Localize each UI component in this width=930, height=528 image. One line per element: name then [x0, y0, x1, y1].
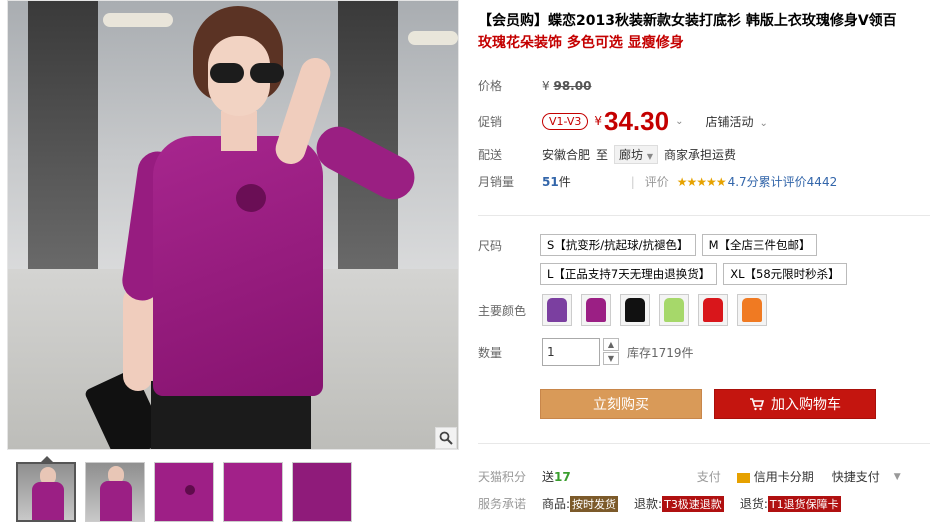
quantity-label: 数量 [478, 345, 503, 360]
add-to-cart-button[interactable]: 加入购物车 [714, 389, 876, 419]
credit-card-icon [736, 472, 750, 483]
on-time-delivery-tag: 按时发货 [570, 495, 619, 512]
thumbnail[interactable] [16, 462, 76, 522]
ceiling-light [103, 13, 173, 27]
color-swatch-green[interactable] [659, 294, 689, 326]
caret-down-icon[interactable]: ▼ [894, 472, 901, 482]
sunglasses [206, 63, 290, 85]
sales-row: 月销量 51 件 | 评价 ★★★★★ 4.7分 累计评价4442 [478, 173, 837, 190]
product-title: 【会员购】蝶恋2013秋装新款女装打底衫 韩版上衣玫瑰修身V领百 [478, 13, 897, 29]
model-arm [123, 286, 153, 391]
currency-symbol: ¥ [594, 114, 603, 128]
rose-decoration [236, 184, 266, 212]
zoom-icon[interactable] [435, 427, 457, 449]
size-options: S【抗变形/抗起球/抗褪色】 M【全店三件包邮】 L【正品支持7天无理由退换货】 X… [540, 234, 920, 285]
divider: | [630, 174, 635, 189]
add-to-cart-label: 加入购物车 [771, 397, 841, 413]
ship-from: 安徽合肥 [542, 148, 591, 162]
credit-card-installment[interactable]: 信用卡分期 [736, 468, 814, 485]
promo-price: 34.30 [604, 105, 670, 136]
size-row: 尺码 S【抗变形/抗起球/抗褪色】 M【全店三件包邮】 L【正品支持7天无理由退换… [478, 234, 920, 285]
refund-label: 退款: [634, 497, 663, 511]
color-swatches [542, 294, 776, 326]
monthly-sales-count: 51 [542, 174, 559, 189]
total-reviews-link[interactable]: 累计评价4442 [759, 173, 838, 190]
quantity-input[interactable] [542, 338, 600, 366]
quantity-stepper: ▲ ▼ [603, 338, 619, 366]
thumbnail[interactable] [292, 462, 352, 522]
thumbnail[interactable] [223, 462, 283, 522]
main-product-image[interactable] [7, 0, 459, 450]
price-row: 价格 ¥ 98.00 [478, 77, 591, 94]
color-swatch-purple[interactable] [542, 294, 572, 326]
decrement-icon[interactable]: ▼ [603, 352, 619, 365]
color-swatch-red[interactable] [698, 294, 728, 326]
quantity-row: 数量 ▲ ▼ 库存1719件 [478, 338, 694, 366]
size-option-m[interactable]: M【全店三件包邮】 [701, 234, 818, 256]
pay-label: 支付 [696, 470, 721, 484]
fast-refund-tag: T3极速退款 [662, 495, 724, 512]
tmall-points-label: 天猫积分 [478, 470, 527, 484]
points-value: 送17 [542, 470, 571, 484]
stock-count: 库存1719件 [627, 345, 694, 360]
shipping-note: 商家承担运费 [664, 148, 737, 162]
promo-label: 促销 [478, 114, 503, 129]
return-label: 退货: [739, 497, 768, 511]
service-label: 服务承诺 [478, 497, 527, 511]
size-option-s[interactable]: S【抗变形/抗起球/抗褪色】 [540, 234, 696, 256]
background-pillar [28, 1, 98, 291]
service-row: 服务承诺 商品: 按时发货 退款: T3极速退款 退货: T1退货保障卡 [478, 495, 841, 512]
size-option-l[interactable]: L【正品支持7天无理由退换货】 [540, 263, 718, 285]
color-swatch-black[interactable] [620, 294, 650, 326]
color-row: 主要颜色 [478, 294, 776, 326]
size-label: 尺码 [478, 239, 503, 253]
model-neck [221, 111, 257, 151]
color-label: 主要颜色 [478, 303, 527, 318]
original-price: ¥ 98.00 [542, 78, 592, 93]
buy-now-button[interactable]: 立刻购买 [540, 389, 702, 419]
return-guarantee-tag: T1退货保障卡 [767, 495, 841, 512]
goods-label: 商品: [542, 497, 571, 511]
rating-label: 评价 [644, 175, 669, 189]
size-option-xl[interactable]: XL【58元限时秒杀】 [723, 263, 847, 285]
monthly-sales-label: 月销量 [478, 175, 515, 189]
store-activity-dropdown[interactable]: 店铺活动 ⌄ [705, 113, 767, 130]
increment-icon[interactable]: ▲ [603, 338, 619, 351]
delivery-label: 配送 [478, 148, 503, 162]
chevron-down-icon: ⌄ [759, 117, 768, 129]
cart-icon [750, 398, 765, 411]
to-word: 至 [596, 148, 609, 162]
color-swatch-orange[interactable] [737, 294, 767, 326]
delivery-row: 配送 安徽合肥 至 廊坊 ▼ 商家承担运费 [478, 145, 736, 164]
rating-score: 4.7分 [727, 175, 759, 189]
model-shirt [153, 136, 323, 396]
divider [478, 215, 930, 216]
color-swatch-rose[interactable] [581, 294, 611, 326]
product-subtitle: 玫瑰花朵装饰 多色可选 显瘦修身 [478, 35, 684, 51]
rating-stars: ★★★★★ [676, 174, 727, 189]
price-label: 价格 [478, 79, 503, 93]
member-level-badge: V1-V3 [542, 112, 589, 130]
region-select[interactable]: 廊坊 ▼ [614, 145, 659, 164]
thumbnail[interactable] [154, 462, 214, 522]
thumbnail-strip [16, 462, 361, 522]
ceiling-light [408, 31, 458, 45]
product-title-block: 【会员购】蝶恋2013秋装新款女装打底衫 韩版上衣玫瑰修身V领百 玫瑰花朵装饰 … [478, 10, 928, 54]
quick-pay[interactable]: 快捷支付 [832, 468, 880, 485]
divider [478, 443, 930, 444]
promo-row: 促销 V1-V3 ¥ 34.30 ⌄ 店铺活动 ⌄ [478, 104, 768, 138]
monthly-sales-unit: 件 [558, 175, 571, 189]
tmall-points-row: 天猫积分 送17 支付 信用卡分期 快捷支付 ▼ [478, 468, 901, 485]
thumbnail[interactable] [85, 462, 145, 522]
chevron-down-icon[interactable]: ⌄ [675, 116, 683, 127]
